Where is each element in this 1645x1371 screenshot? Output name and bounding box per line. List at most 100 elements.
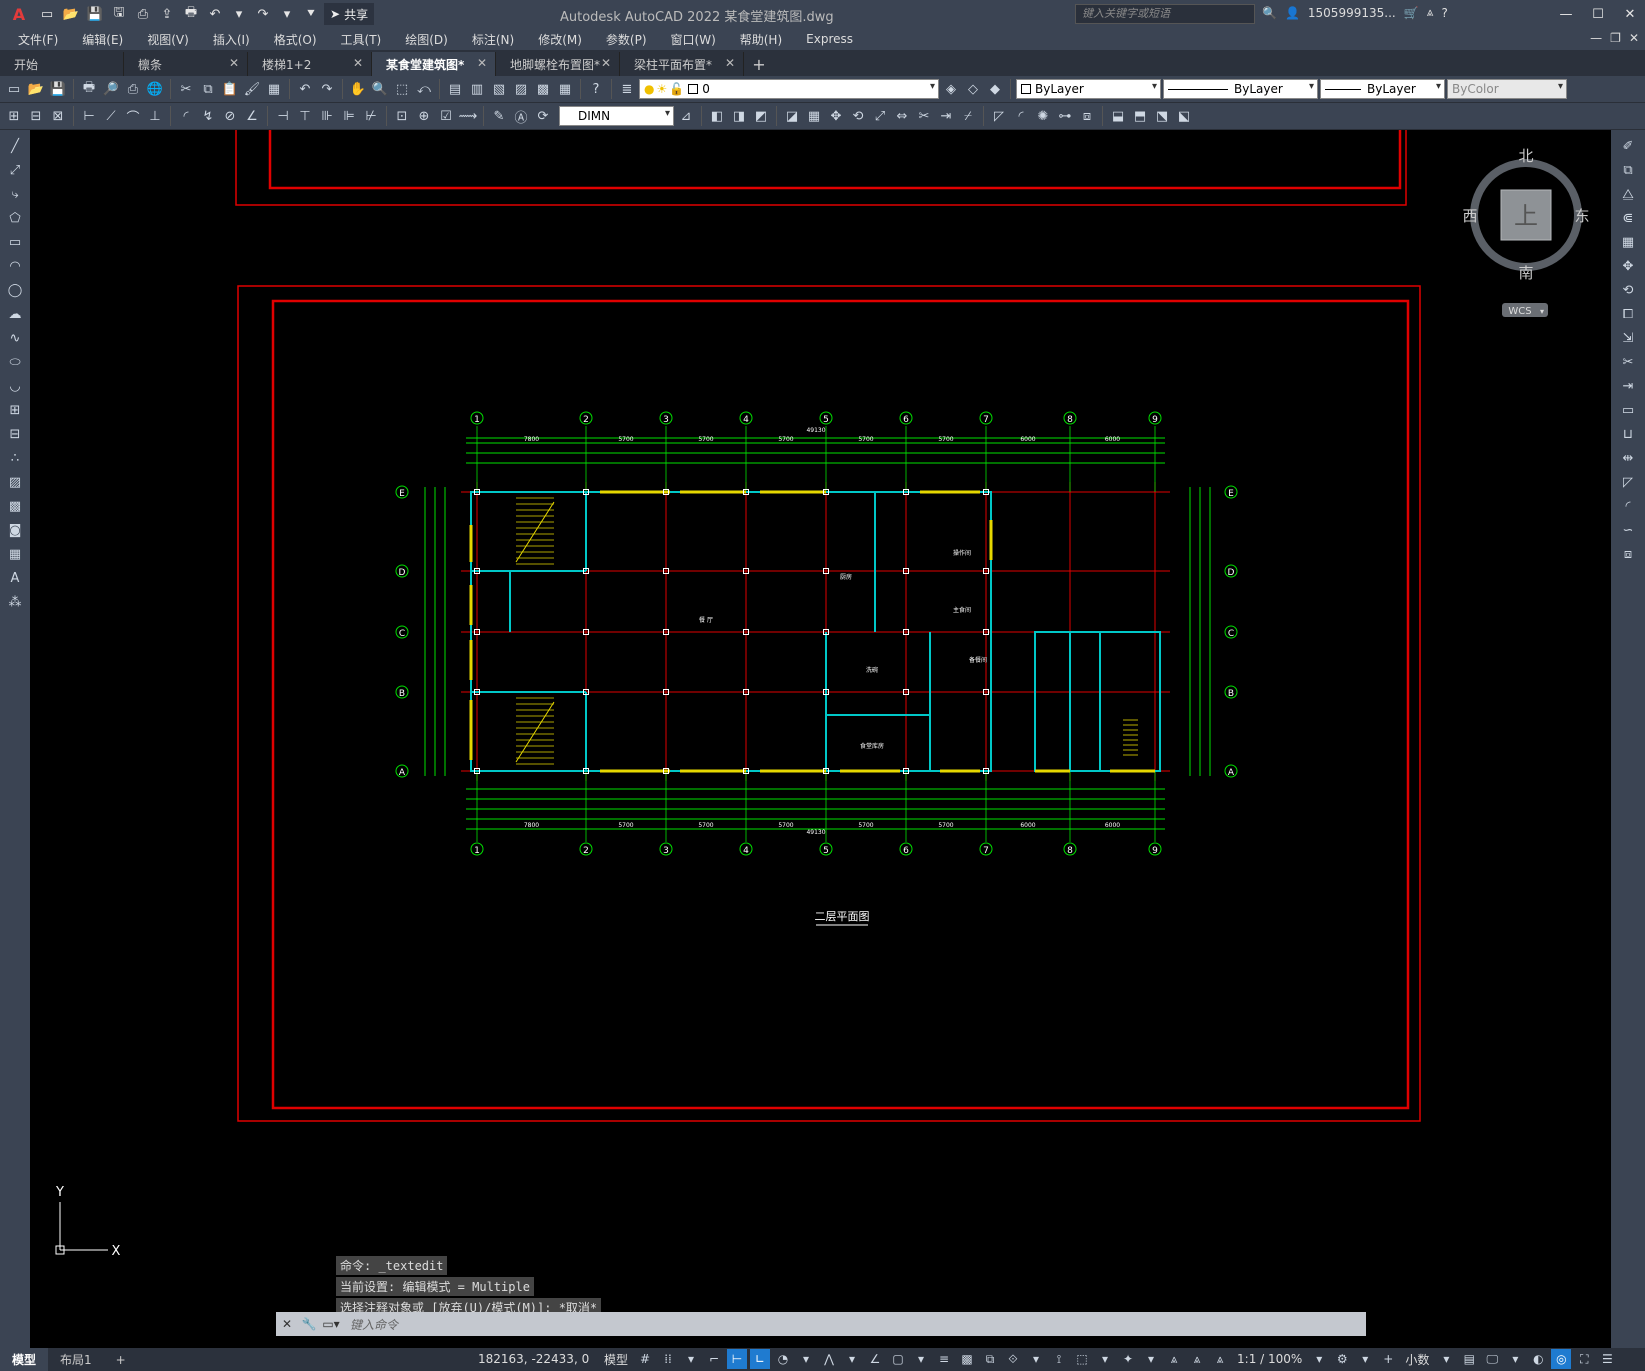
doc-minimize-icon[interactable]: — <box>1590 31 1602 45</box>
drawing-canvas[interactable]: 1 1 2 2 3 3 4 4 5 5 6 6 7 7 8 8 9 9 E E D D C C B B A A 49130 49130 78… <box>30 130 1611 1348</box>
new-icon[interactable]: ▭ <box>36 3 58 25</box>
layer-state-icon[interactable]: ◆ <box>985 79 1005 99</box>
isolate-objects-icon[interactable]: ◐ <box>1528 1349 1548 1369</box>
menu-modify[interactable]: 修改(M) <box>526 31 594 48</box>
menu-parametric[interactable]: 参数(P) <box>594 31 659 48</box>
close-icon[interactable]: ✕ <box>229 56 239 70</box>
undo-dropdown-icon[interactable]: ▾ <box>228 3 250 25</box>
compass-north[interactable]: 北 <box>1518 147 1533 165</box>
move-icon[interactable]: ✥ <box>1618 256 1638 276</box>
compass-west[interactable]: 西 <box>1462 207 1477 225</box>
annotation-scale-value[interactable]: 1:1 / 100% <box>1233 1352 1306 1366</box>
search-icon[interactable]: 🔍 <box>1262 6 1277 20</box>
snap-icon[interactable]: ⁞⁞ <box>658 1349 678 1369</box>
coordinates-readout[interactable]: 182163, -22433, 0 <box>478 1352 589 1366</box>
point-icon[interactable]: ∴ <box>5 448 25 468</box>
center-mark-icon[interactable]: ⊕ <box>414 106 434 126</box>
erase-icon[interactable]: ✐ <box>1618 136 1638 156</box>
offset-icon[interactable]: ◪ <box>782 106 802 126</box>
open-icon[interactable]: 📂 <box>26 79 46 99</box>
lineweight-select[interactable]: ByLayer ▾ <box>1320 79 1445 99</box>
ellipse-arc-icon[interactable]: ◡ <box>5 376 25 396</box>
isodraft-icon[interactable]: ⋀ <box>819 1349 839 1369</box>
spline-icon[interactable]: ∿ <box>5 328 25 348</box>
radius-dim-icon[interactable]: ◜ <box>176 106 196 126</box>
user-icon[interactable]: 👤 <box>1285 6 1300 20</box>
region-icon[interactable]: ◙ <box>5 520 25 540</box>
dim-space-icon[interactable]: ⊫ <box>339 106 359 126</box>
ellipse-icon[interactable]: ⬭ <box>5 352 25 372</box>
layer-previous-icon[interactable]: ◇ <box>963 79 983 99</box>
copy-object-icon[interactable]: ◨ <box>729 106 749 126</box>
break-icon[interactable]: ⌿ <box>958 106 978 126</box>
menu-express[interactable]: Express <box>794 32 865 46</box>
quick-dim-icon[interactable]: ⊣ <box>273 106 293 126</box>
plot-preview-icon[interactable]: 🔎 <box>101 79 121 99</box>
undo-icon[interactable]: ↶ <box>204 3 226 25</box>
plot-icon[interactable]: 🖶 <box>180 3 202 25</box>
match-properties-icon[interactable]: 🖌 <box>242 79 262 99</box>
3d-osnap-icon[interactable]: ⟐ <box>1003 1349 1023 1369</box>
dim-edit-icon[interactable]: ✎ <box>489 106 509 126</box>
menu-format[interactable]: 格式(O) <box>262 31 329 48</box>
export-icon[interactable]: ⇪ <box>156 3 178 25</box>
tab-layout1[interactable]: 布局1 <box>48 1348 104 1371</box>
customize-qat-icon[interactable]: ⯆ <box>300 3 322 25</box>
add-layout-icon[interactable]: + <box>104 1348 138 1371</box>
trim-icon[interactable]: ✂ <box>1618 352 1638 372</box>
blend-curves-icon[interactable]: ∽ <box>1618 520 1638 540</box>
new-tab-icon[interactable]: + <box>744 52 774 76</box>
chevron-down-icon[interactable]: ▾ <box>911 1349 931 1369</box>
help-icon[interactable]: ? <box>586 79 606 99</box>
multiline-text-icon[interactable]: A <box>5 568 25 588</box>
plotstyle-select[interactable]: ByColor ▾ <box>1447 79 1567 99</box>
infer-constraints-icon[interactable]: ⌐ <box>704 1349 724 1369</box>
compass-east[interactable]: 东 <box>1574 207 1589 225</box>
tolerance-icon[interactable]: ⊡ <box>392 106 412 126</box>
continue-dim-icon[interactable]: ⊪ <box>317 106 337 126</box>
make-current-icon[interactable]: ◈ <box>941 79 961 99</box>
design-center-icon[interactable]: ▥ <box>467 79 487 99</box>
explode-icon[interactable]: ⧈ <box>1618 544 1638 564</box>
chamfer-icon[interactable]: ◸ <box>1618 472 1638 492</box>
tab-start[interactable]: 开始 <box>0 52 124 76</box>
menu-help[interactable]: 帮助(H) <box>728 31 794 48</box>
fillet-icon[interactable]: ◜ <box>1618 496 1638 516</box>
lineweight-icon[interactable]: ≡ <box>934 1349 954 1369</box>
menu-file[interactable]: 文件(F) <box>6 31 70 48</box>
scale-icon[interactable]: ⤢ <box>870 106 890 126</box>
break-at-point-icon[interactable]: ▭ <box>1618 400 1638 420</box>
extend-icon[interactable]: ⇥ <box>1618 376 1638 396</box>
rotate-icon[interactable]: ⟲ <box>1618 280 1638 300</box>
compass-south[interactable]: 南 <box>1518 264 1533 282</box>
trim-icon[interactable]: ✂ <box>914 106 934 126</box>
move-icon[interactable]: ✥ <box>826 106 846 126</box>
cart-icon[interactable]: 🛒 <box>1404 6 1419 20</box>
gradient-icon[interactable]: ▩ <box>5 496 25 516</box>
autocad-logo-icon[interactable]: A <box>4 3 34 25</box>
mirror-icon[interactable]: ⧋ <box>1618 184 1638 204</box>
workspace-gear-icon[interactable]: ⚙ <box>1332 1349 1352 1369</box>
save-icon[interactable]: 💾 <box>84 3 106 25</box>
redo-dropdown-icon[interactable]: ▾ <box>276 3 298 25</box>
offset-icon[interactable]: ⋐ <box>1618 208 1638 228</box>
menu-draw[interactable]: 绘图(D) <box>393 31 460 48</box>
polygon-icon[interactable]: ⬠ <box>5 208 25 228</box>
make-block-icon[interactable]: ⊟ <box>5 424 25 444</box>
cut-icon[interactable]: ✂ <box>176 79 196 99</box>
tab-model[interactable]: 模型 <box>0 1348 49 1371</box>
menu-window[interactable]: 窗口(W) <box>659 31 728 48</box>
user-name[interactable]: 1505999135... <box>1308 6 1396 20</box>
construction-line-icon[interactable]: ⤢ <box>5 160 25 180</box>
chevron-down-icon[interactable]: ▾ <box>1309 1349 1329 1369</box>
polar-icon[interactable]: ◔ <box>773 1349 793 1369</box>
fillet-icon[interactable]: ◜ <box>1011 106 1031 126</box>
search-input[interactable]: 键入关键字或短语 <box>1075 4 1255 24</box>
object-snap-icon[interactable]: ▢ <box>888 1349 908 1369</box>
add-selected-icon[interactable]: ⁂ <box>5 592 25 612</box>
baseline-dim-icon[interactable]: ⊤ <box>295 106 315 126</box>
arc-icon[interactable]: ◠ <box>5 256 25 276</box>
stretch-icon[interactable]: ⇔ <box>892 106 912 126</box>
redo-icon[interactable]: ↷ <box>252 3 274 25</box>
break-icon[interactable]: ⊔ <box>1618 424 1638 444</box>
